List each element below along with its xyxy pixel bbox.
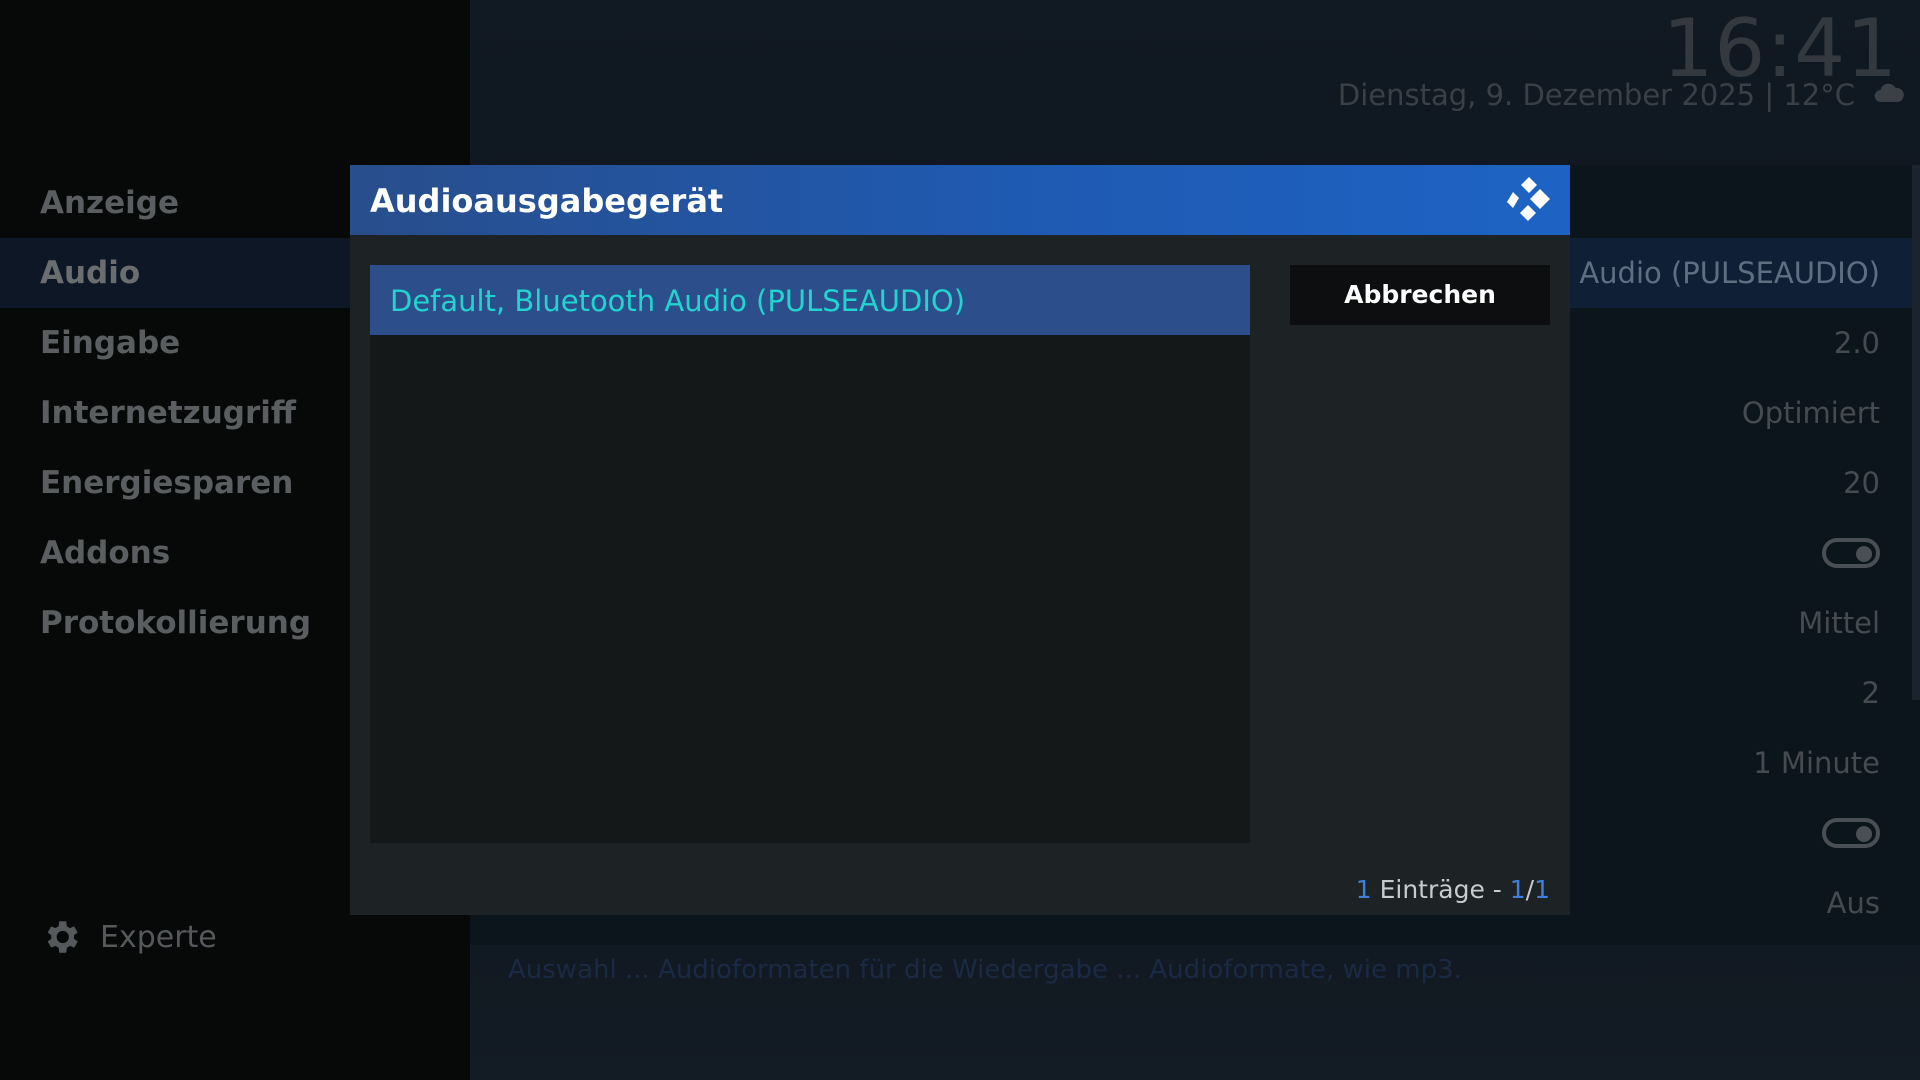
item-counter: 1 Einträge - 1/1 xyxy=(1356,875,1550,904)
setting-toggle-2[interactable] xyxy=(1822,818,1880,848)
counter-separator: / xyxy=(1525,875,1535,904)
dialog-header: Audioausgabegerät xyxy=(350,165,1570,235)
device-list: Default, Bluetooth Audio (PULSEAUDIO) xyxy=(370,265,1250,843)
settings-level-label: Experte xyxy=(100,919,217,955)
setting-description: Auswahl ... Audioformaten für die Wieder… xyxy=(508,955,1462,985)
settings-level-button[interactable]: Experte xyxy=(40,912,217,962)
cloud-icon xyxy=(1874,83,1904,103)
settings-scrollbar[interactable] xyxy=(1912,165,1920,700)
setting-value-channels[interactable]: 2.0 xyxy=(1834,308,1880,378)
setting-toggle-1[interactable] xyxy=(1822,538,1880,568)
kodi-logo-icon xyxy=(1507,177,1550,221)
kodi-settings-screen: Anzeige Audio Eingabe Internetzugriff En… xyxy=(0,0,1920,1080)
counter-pages: 1 xyxy=(1534,875,1550,904)
setting-value-output-config[interactable]: Optimiert xyxy=(1742,378,1880,448)
counter-text: Einträge - xyxy=(1371,875,1510,904)
cancel-button[interactable]: Abbrechen xyxy=(1290,265,1550,325)
counter-count: 1 xyxy=(1355,875,1372,904)
list-item[interactable]: Default, Bluetooth Audio (PULSEAUDIO) xyxy=(370,265,1250,335)
dialog-title: Audioausgabegerät xyxy=(370,182,724,220)
audio-output-dialog: Audioausgabegerät Default, Bluetooth Aud… xyxy=(350,165,1570,915)
clock-date: Dienstag, 9. Dezember 2025 | 12°C xyxy=(1337,78,1855,112)
setting-value-count[interactable]: 2 xyxy=(1862,658,1880,728)
gear-icon xyxy=(47,921,78,953)
setting-value-off[interactable]: Aus xyxy=(1827,868,1880,938)
setting-value-volume-steps[interactable]: 20 xyxy=(1843,448,1880,518)
setting-value-keep-alive[interactable]: 1 Minute xyxy=(1753,728,1880,798)
setting-value-quality[interactable]: Mittel xyxy=(1798,588,1880,658)
counter-page: 1 xyxy=(1509,875,1526,904)
